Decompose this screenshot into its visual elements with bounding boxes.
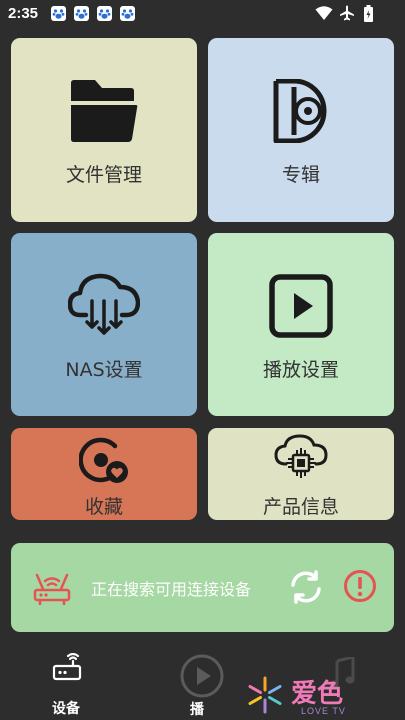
baidu-paw-icon <box>74 6 89 21</box>
tile-favorites[interactable]: 收藏 <box>11 428 197 520</box>
watermark-subtext: LOVE TV <box>301 706 346 716</box>
nav-item-play[interactable]: 播 <box>178 650 228 718</box>
battery-icon <box>364 5 373 27</box>
nav-label: 设备 <box>52 701 80 717</box>
device-search-bar: 正在搜索可用连接设备 <box>11 543 394 632</box>
cloud-download-icon <box>67 271 141 341</box>
tile-label: 文件管理 <box>65 164 142 186</box>
alert-icon[interactable] <box>343 569 377 607</box>
refresh-icon[interactable] <box>289 569 323 609</box>
airplane-icon <box>339 5 355 26</box>
watermark-logo: 爱色 LOVE TV <box>243 673 368 720</box>
snowflake-icon <box>245 675 285 719</box>
baidu-paw-icon <box>97 6 112 21</box>
tile-label: 专辑 <box>281 164 320 186</box>
heart-disc-icon <box>78 436 129 490</box>
disc-icon <box>268 78 334 147</box>
tile-album[interactable]: 专辑 <box>208 38 394 222</box>
tile-file-management[interactable]: 文件管理 <box>11 38 197 222</box>
nav-item-devices[interactable]: 设备 <box>40 652 95 718</box>
status-bar: 2:35 <box>0 0 405 28</box>
router-icon <box>52 652 82 685</box>
folder-icon <box>69 79 139 147</box>
watermark-text: 爱色 <box>291 679 344 709</box>
tile-label: NAS设置 <box>65 359 143 381</box>
play-circle-icon <box>180 654 224 702</box>
nav-label: 播 <box>190 702 204 718</box>
tile-nas-settings[interactable]: NAS设置 <box>11 233 197 416</box>
cloud-chip-icon <box>274 434 328 490</box>
tile-label: 收藏 <box>84 496 123 518</box>
play-icon <box>269 274 333 342</box>
tile-label: 产品信息 <box>262 496 339 518</box>
router-icon <box>33 571 71 609</box>
baidu-paw-icon <box>51 6 66 21</box>
baidu-paw-icon <box>120 6 135 21</box>
wifi-icon <box>315 5 333 26</box>
tile-product-info[interactable]: 产品信息 <box>208 428 394 520</box>
tile-playback-settings[interactable]: 播放设置 <box>208 233 394 416</box>
status-time: 2:35 <box>8 5 39 22</box>
tile-label: 播放设置 <box>262 359 339 381</box>
search-status-text: 正在搜索可用连接设备 <box>91 580 252 599</box>
